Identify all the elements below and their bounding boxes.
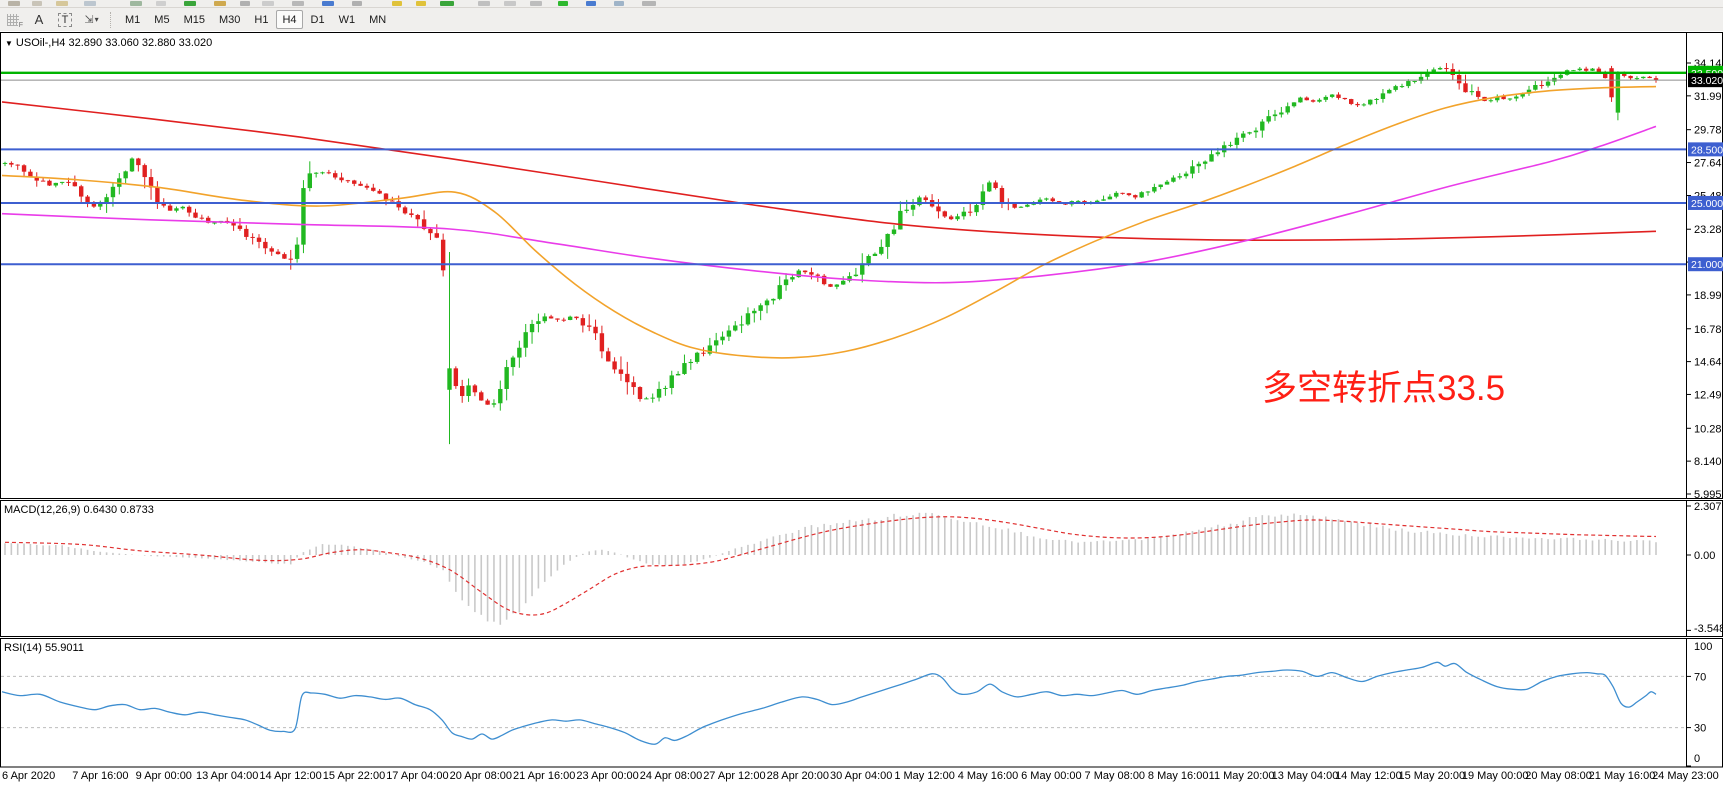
timeframe-button-m15[interactable]: M15: [178, 10, 211, 29]
svg-text:27.640: 27.640: [1694, 158, 1723, 170]
collapse-triangle-icon[interactable]: ▼: [5, 39, 13, 48]
annotation-text[interactable]: 多空转折点33.5: [1262, 360, 1505, 411]
toolbar-icon-fragment: [322, 1, 334, 6]
toolbar-icon-fragment: [530, 1, 542, 6]
svg-text:14.640: 14.640: [1694, 357, 1723, 369]
rsi-panel[interactable]: 100 70 30 0: [0, 638, 1723, 768]
svg-text:-3.5484: -3.5484: [1694, 623, 1723, 635]
toolbar-icon-fragment: [156, 1, 166, 6]
svg-text:28.500: 28.500: [1691, 144, 1723, 156]
toolbar-icon-fragment: [478, 1, 490, 6]
toolbar-icon-fragment: [32, 1, 42, 6]
svg-text:16.785: 16.785: [1694, 324, 1723, 336]
toolbar-icon-fragment: [504, 1, 516, 6]
chart-window[interactable]: ▼USOil-,H4 32.890 33.060 32.880 33.020 M…: [0, 31, 1723, 786]
timeframe-button-h1[interactable]: H1: [248, 10, 274, 29]
toolbar-separator: [110, 12, 112, 28]
toolbar-icon-fragment: [262, 1, 274, 6]
toolbar-icon-fragment: [240, 1, 250, 6]
toolbar-icon-fragment: [352, 1, 362, 6]
arrow-objects-tool[interactable]: ⇲ ▾: [79, 10, 103, 29]
ohlc-values: 32.890 33.060 32.880 33.020: [69, 37, 213, 49]
toolbar: F A T ⇲ ▾ M1M5M15M30H1H4D1W1MN: [0, 8, 1723, 31]
toolbar-clipped-row: [0, 0, 1723, 8]
svg-text:2.3072: 2.3072: [1694, 501, 1723, 513]
grid-dots-icon: F: [7, 14, 19, 26]
toolbar-icon-fragment: [56, 1, 68, 6]
macd-indicator-label: MACD(12,26,9) 0.6430 0.8733: [4, 504, 154, 516]
main-price-chart[interactable]: 34.14031.99529.78527.64025.48523.28521.1…: [0, 31, 1723, 500]
timeframe-button-group: M1M5M15M30H1H4D1W1MN: [118, 10, 393, 29]
time-axis[interactable]: 6 Apr 20207 Apr 16:009 Apr 00:0013 Apr 0…: [0, 768, 1723, 786]
toolbar-icon-fragment: [130, 1, 142, 6]
toolbar-icon-fragment: [214, 1, 226, 6]
crosshair-grid-tool[interactable]: F: [1, 10, 25, 29]
chart-title: ▼USOil-,H4 32.890 33.060 32.880 33.020: [5, 37, 212, 49]
rsi-indicator-label: RSI(14) 55.9011: [4, 642, 84, 654]
timeframe-button-h4[interactable]: H4: [276, 10, 302, 29]
text-label-tool[interactable]: T: [53, 10, 77, 29]
time-axis-label: 24 May 23:00: [1640, 770, 1723, 782]
svg-text:33.020: 33.020: [1691, 75, 1723, 87]
svg-text:8.140: 8.140: [1694, 456, 1722, 468]
svg-text:5.995: 5.995: [1694, 489, 1722, 500]
svg-text:21.000: 21.000: [1691, 259, 1723, 271]
mt4-window: F A T ⇲ ▾ M1M5M15M30H1H4D1W1MN ▼USOil-,H…: [0, 0, 1723, 786]
svg-text:29.785: 29.785: [1694, 125, 1723, 137]
svg-text:18.995: 18.995: [1694, 290, 1723, 302]
timeframe-button-w1[interactable]: W1: [333, 10, 362, 29]
toolbar-icon-fragment: [558, 1, 568, 6]
letter-a-icon: A: [35, 12, 44, 27]
toolbar-icon-fragment: [614, 1, 624, 6]
font-tool[interactable]: A: [27, 10, 51, 29]
letter-t-icon: T: [58, 13, 73, 27]
timeframe-button-mn[interactable]: MN: [363, 10, 392, 29]
toolbar-icon-fragment: [416, 1, 426, 6]
chevron-down-icon: ▾: [95, 15, 98, 24]
svg-text:100: 100: [1694, 641, 1712, 653]
svg-text:12.495: 12.495: [1694, 389, 1723, 401]
svg-text:0: 0: [1694, 753, 1700, 765]
svg-text:25.000: 25.000: [1691, 198, 1723, 210]
timeframe-button-m5[interactable]: M5: [148, 10, 175, 29]
toolbar-icon-fragment: [84, 1, 96, 6]
toolbar-icon-fragment: [392, 1, 402, 6]
svg-text:23.285: 23.285: [1694, 224, 1723, 236]
timeframe-button-d1[interactable]: D1: [305, 10, 331, 29]
svg-text:31.995: 31.995: [1694, 91, 1723, 103]
symbol-label: USOil-,H4: [16, 37, 66, 49]
toolbar-icon-fragment: [440, 1, 454, 6]
ma-slow-red: [2, 102, 1656, 240]
rsi-line: [2, 662, 1656, 744]
svg-text:30: 30: [1694, 723, 1706, 735]
toolbar-icon-fragment: [8, 1, 20, 6]
toolbar-icon-fragment: [586, 1, 596, 6]
toolbar-icon-fragment: [292, 1, 304, 6]
toolbar-icon-fragment: [642, 1, 656, 6]
toolbar-icon-fragment: [184, 1, 196, 6]
macd-panel[interactable]: 2.3072 0.00 -3.5484: [0, 500, 1723, 637]
svg-text:10.285: 10.285: [1694, 423, 1723, 435]
arrows-icon: ⇲: [84, 13, 92, 26]
timeframe-button-m1[interactable]: M1: [119, 10, 146, 29]
svg-text:0.00: 0.00: [1694, 550, 1715, 562]
svg-text:70: 70: [1694, 671, 1706, 683]
timeframe-button-m30[interactable]: M30: [213, 10, 246, 29]
